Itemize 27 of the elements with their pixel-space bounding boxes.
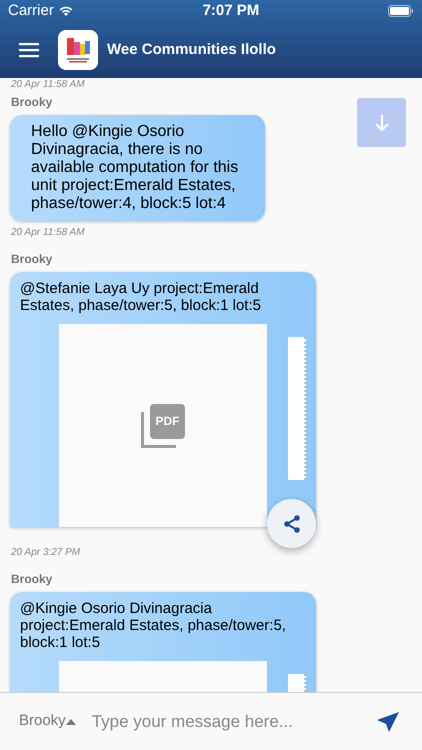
app-title: Wee Communities Ilollo bbox=[107, 40, 276, 60]
message-input[interactable]: Type your message here... bbox=[92, 708, 342, 734]
clock-label: 7:07 PM bbox=[202, 0, 260, 21]
page-scrollbar[interactable] bbox=[288, 337, 306, 480]
arrow-down-icon bbox=[374, 114, 390, 132]
share-button[interactable] bbox=[267, 499, 316, 548]
scroll-down-button[interactable] bbox=[357, 98, 406, 147]
pdf-preview[interactable]: PDF bbox=[59, 324, 267, 527]
message-timestamp: 20 Apr 11:58 AM bbox=[10, 78, 86, 90]
message-timestamp: 20 Apr 3:27 PM bbox=[10, 546, 82, 560]
caret-up-icon bbox=[66, 718, 76, 724]
message-text: @Kingie Osorio Divinagracia project:Emerald Estates, phase/tower:5, block:1 lot:5 bbox=[19, 600, 287, 651]
message-text: @Stefanie Laya Uy project:Emerald Estates, phase/tower:5, block:1 lot:5 bbox=[19, 280, 262, 314]
sender-dropdown[interactable]: Brooky bbox=[19, 710, 76, 733]
app-logo bbox=[58, 30, 98, 70]
menu-icon[interactable] bbox=[19, 42, 39, 58]
pdf-preview[interactable] bbox=[59, 661, 267, 692]
message-timestamp: 20 Apr 11:58 AM bbox=[10, 226, 86, 240]
sender-name: Brooky bbox=[10, 94, 54, 111]
sender-name: Brooky bbox=[10, 571, 54, 588]
sender-name: Brooky bbox=[10, 251, 54, 268]
carrier-label: Carrier bbox=[8, 0, 54, 21]
battery-icon bbox=[388, 5, 414, 17]
send-icon[interactable] bbox=[376, 710, 400, 732]
wifi-icon bbox=[58, 5, 74, 17]
share-icon bbox=[282, 514, 302, 534]
message-text: Hello @Kingie Osorio Divinagracia, there is no available computation for this unit project:Emerald Estates, phase/tower:4, block:5 lot:4 bbox=[31, 123, 240, 213]
